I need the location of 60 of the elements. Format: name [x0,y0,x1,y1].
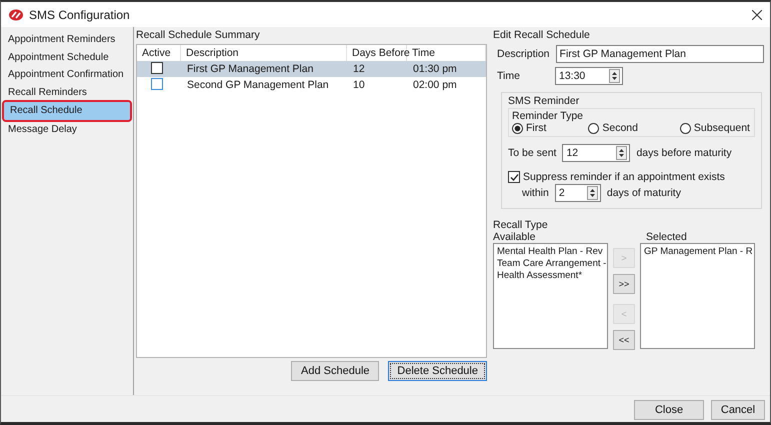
field-suffix: days of maturity [606,187,681,199]
within-days-field[interactable]: 2 [554,184,601,202]
list-item[interactable]: Mental Health Plan - Rev [497,246,604,258]
table-cell-text: 02:00 pm [412,79,458,91]
sidebar-item[interactable]: Message Delay [2,120,132,138]
field-label: To be sent [508,147,556,159]
active-checkbox[interactable] [151,78,163,90]
check-icon [510,172,518,182]
field-label: within [522,187,549,199]
sidebar-item[interactable]: Appointment Confirmation [2,66,132,84]
spinner-icon[interactable] [586,186,598,200]
group-title: SMS Reminder [508,95,580,107]
close-icon[interactable] [752,10,762,20]
field-label: Time [497,70,521,82]
schedule-button[interactable]: Add Schedule [291,361,380,381]
sidebar-item[interactable]: Appointment Schedule [2,48,132,66]
radio-icon[interactable] [512,122,523,134]
checkbox-label: Suppress reminder if an appointment exists [523,171,725,183]
field-suffix: days before maturity [636,147,732,159]
group-title: Reminder Type [512,110,584,122]
sidebar-item[interactable]: Recall Reminders [2,84,132,101]
dialog-button[interactable]: Cancel [711,400,765,420]
time-field[interactable]: 13:30 [555,67,623,85]
table-row[interactable]: Second GP Management Plan 10 02:00 pm [137,77,486,93]
window-title: SMS Configuration [29,8,130,22]
available-list[interactable]: Mental Health Plan - Rev Team Care Arrangement - Health Assessment* [493,243,608,349]
move-button[interactable]: << [613,330,635,350]
suppress-checkbox[interactable] [508,171,520,183]
radio-icon[interactable] [588,122,600,134]
list-item[interactable]: Team Care Arrangement - [497,258,604,270]
table-cell-text: 12 [352,63,366,75]
description-field[interactable]: First GP Management Plan [556,45,764,63]
table-cell-text: 01:30 pm [412,63,458,75]
radio-icon[interactable] [680,122,691,134]
radio-option[interactable]: First [512,122,546,134]
app-logo-icon [9,8,23,20]
selected-list[interactable]: GP Management Plan - R [640,243,755,349]
move-button[interactable]: >> [613,274,635,294]
list-item[interactable]: Health Assessment* [497,270,604,282]
table-cell-text: 10 [352,79,366,91]
dialog-button[interactable]: Close [634,400,704,420]
section-title: Edit Recall Schedule [493,29,591,41]
radio-option[interactable]: Subsequent [680,122,750,134]
section-title: Recall Type [493,219,549,231]
table-row[interactable]: First GP Management Plan 12 01:30 pm [137,61,486,77]
spinner-icon[interactable] [609,69,620,83]
list-item[interactable]: GP Management Plan - R [644,246,751,258]
sidebar-item[interactable]: Appointment Reminders [2,31,132,48]
list-label: Selected [646,231,687,243]
sidebar-item[interactable]: Recall Schedule [4,102,130,120]
schedule-button[interactable]: Delete Schedule [388,361,487,381]
panel-title: Recall Schedule Summary [136,29,261,41]
field-label: Description [497,48,550,60]
table-cell-text: First GP Management Plan [186,63,314,75]
table-cell-text: Second GP Management Plan [186,79,330,91]
days-before-field[interactable]: 12 [562,144,630,162]
radio-option[interactable]: Second [588,122,638,134]
list-label: Available [493,231,536,243]
spinner-icon[interactable] [616,146,628,160]
active-checkbox[interactable] [151,62,163,74]
